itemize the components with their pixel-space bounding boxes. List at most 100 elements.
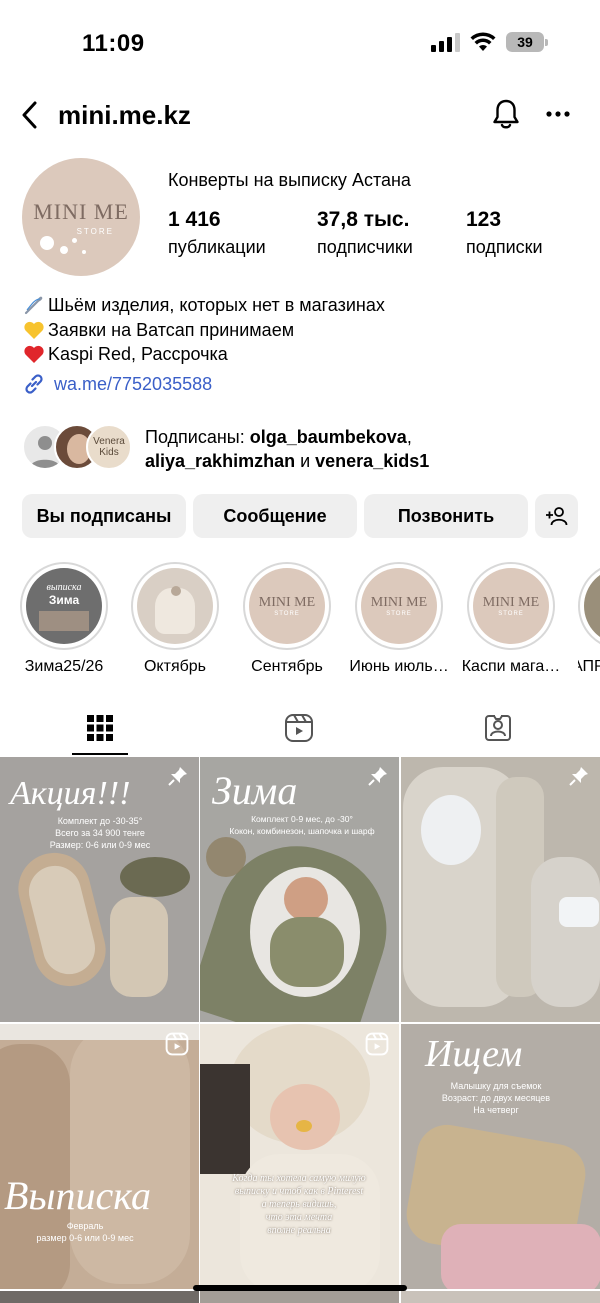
highlight-label: Сентябрь bbox=[251, 658, 323, 675]
bio-line: Заявки на Ватсап принимаем bbox=[22, 318, 385, 343]
highlight-sub: STORE bbox=[498, 611, 524, 617]
highlight-caption: выписка bbox=[46, 581, 82, 593]
highlight-label: Октябрь bbox=[143, 658, 206, 675]
battery-level: 39 bbox=[517, 34, 533, 50]
post-tile[interactable]: Зима Комплект 0-9 мес, до -30° Кокон, ко… bbox=[200, 757, 399, 1022]
tab-reels[interactable] bbox=[199, 700, 399, 756]
bio-text: Шьём изделия, которых нет в магазинах bbox=[48, 295, 385, 315]
following-button[interactable]: Вы подписаны bbox=[22, 494, 186, 538]
highlight-cover bbox=[584, 568, 600, 644]
pin-icon bbox=[368, 767, 387, 786]
stat-posts[interactable]: 1 416 публикации bbox=[168, 208, 266, 258]
tab-tagged[interactable] bbox=[398, 700, 598, 756]
profile-tabs bbox=[0, 700, 600, 756]
active-tab-indicator bbox=[72, 753, 128, 755]
grid-icon bbox=[87, 715, 113, 741]
highlight-cover: MINI ME STORE bbox=[473, 568, 549, 644]
status-time: 11:09 bbox=[82, 30, 145, 57]
needle-icon bbox=[22, 295, 46, 315]
post-tile[interactable] bbox=[401, 1291, 600, 1303]
display-name: Конверты на выписку Астана bbox=[168, 170, 411, 190]
link-icon bbox=[25, 374, 43, 394]
post-tile[interactable] bbox=[0, 1291, 199, 1303]
pin-icon bbox=[168, 767, 187, 786]
more-horizontal-icon bbox=[546, 111, 570, 117]
bio: Шьём изделия, которых нет в магазинах За… bbox=[22, 293, 385, 367]
post-tile[interactable]: Выписка Февраль размер 0-6 или 0-9 мес bbox=[0, 1024, 199, 1289]
stat-following[interactable]: 123 подписки bbox=[466, 208, 543, 258]
chevron-left-icon bbox=[22, 101, 37, 129]
wifi-icon bbox=[470, 32, 496, 51]
post-tile[interactable] bbox=[200, 1291, 399, 1303]
highlight-cover bbox=[137, 568, 213, 644]
stat-followers[interactable]: 37,8 тыс. подписчики bbox=[317, 208, 413, 258]
followed-by-user[interactable]: olga_baumbekova bbox=[250, 427, 407, 447]
post-title: Акция!!! bbox=[10, 775, 131, 812]
highlight-brand: MINI ME bbox=[258, 595, 316, 610]
profile-avatar[interactable]: MINI ME STORE bbox=[22, 158, 140, 276]
add-person-icon bbox=[545, 507, 567, 526]
highlight-item[interactable]: выписка Зима Зима25/26 bbox=[19, 562, 109, 676]
post-caption: Когда ты хотела самую милую выписку и чт… bbox=[232, 1173, 366, 1236]
post-title: Зима bbox=[212, 768, 298, 813]
highlight-label: Зима25/26 bbox=[24, 658, 104, 675]
avatar-brand: MINI ME bbox=[33, 198, 129, 224]
suggested-users-button[interactable] bbox=[535, 494, 578, 538]
followed-by-and: и bbox=[295, 451, 316, 471]
stat-following-label: подписки bbox=[466, 237, 543, 257]
bell-icon bbox=[493, 99, 519, 129]
highlight-cover: MINI ME STORE bbox=[361, 568, 437, 644]
highlight-item[interactable]: АПР bbox=[578, 562, 600, 676]
highlight-item[interactable]: MINI ME STORE Июнь июль… bbox=[349, 562, 449, 676]
bio-line: Шьём изделия, которых нет в магазинах bbox=[22, 293, 385, 318]
highlight-item[interactable]: Октябрь bbox=[130, 562, 220, 676]
stat-posts-value: 1 416 bbox=[168, 208, 221, 231]
reels-icon bbox=[165, 1032, 189, 1056]
pin-icon bbox=[569, 767, 588, 786]
followed-by-prefix: Подписаны: bbox=[145, 427, 250, 447]
status-icons: 39 bbox=[431, 32, 548, 52]
highlight-label: Каспи мага… bbox=[461, 658, 561, 675]
cellular-signal-icon bbox=[431, 32, 460, 52]
tagged-icon bbox=[485, 714, 511, 741]
call-button[interactable]: Позвонить bbox=[364, 494, 528, 538]
post-tile[interactable] bbox=[401, 757, 600, 1022]
username: mini.me.kz bbox=[58, 100, 191, 130]
red-heart-icon bbox=[22, 344, 46, 364]
message-button[interactable]: Сообщение bbox=[193, 494, 357, 538]
yellow-heart-icon bbox=[22, 320, 46, 340]
post-tile[interactable]: Когда ты хотела самую милую выписку и чт… bbox=[200, 1024, 399, 1289]
highlight-brand: MINI ME bbox=[482, 595, 540, 610]
post-title: Ищем bbox=[425, 1033, 523, 1075]
followed-by-user[interactable]: aliya_rakhimzhan bbox=[145, 451, 295, 471]
post-title: Выписка bbox=[4, 1173, 151, 1218]
avatar-text: Venera Kids bbox=[93, 436, 125, 458]
tab-posts-grid[interactable] bbox=[0, 700, 200, 756]
reels-icon bbox=[365, 1032, 389, 1056]
highlight-label: АПР bbox=[578, 658, 600, 675]
followed-by-avatars[interactable]: Venera Kids bbox=[22, 424, 134, 470]
profile-header: mini.me.kz bbox=[0, 90, 600, 140]
highlight-label: Июнь июль… bbox=[349, 658, 449, 675]
post-tile[interactable]: Акция!!! Комплект до -30-35° Всего за 34… bbox=[0, 757, 199, 1022]
followed-by-text[interactable]: Подписаны: olga_baumbekova, aliya_rakhim… bbox=[145, 425, 429, 473]
highlight-cover: выписка Зима bbox=[26, 568, 102, 644]
bio-link[interactable]: wa.me/7752035588 bbox=[22, 372, 212, 396]
notifications-button[interactable] bbox=[488, 96, 524, 132]
status-bar: 11:09 39 bbox=[0, 0, 600, 90]
highlight-item[interactable]: MINI ME STORE Сентябрь bbox=[242, 562, 332, 676]
post-caption: Комплект до -30-35° Всего за 34 900 тенг… bbox=[49, 816, 151, 850]
highlight-sub: STORE bbox=[386, 611, 412, 617]
followed-by-user[interactable]: venera_kids1 bbox=[315, 451, 429, 471]
highlight-cover: MINI ME STORE bbox=[249, 568, 325, 644]
post-tile[interactable]: Ищем Малышку для съемок Возраст: до двух… bbox=[401, 1024, 600, 1289]
back-button[interactable] bbox=[14, 98, 44, 132]
highlight-item[interactable]: MINI ME STORE Каспи мага… bbox=[462, 562, 560, 676]
link-text[interactable]: wa.me/7752035588 bbox=[54, 374, 212, 395]
more-options-button[interactable] bbox=[540, 96, 576, 132]
stat-posts-label: публикации bbox=[168, 237, 266, 257]
battery-icon: 39 bbox=[506, 32, 548, 52]
highlight-title: Зима bbox=[48, 592, 80, 607]
avatar-sub: STORE bbox=[76, 226, 114, 236]
avatar: Venera Kids bbox=[86, 424, 132, 470]
